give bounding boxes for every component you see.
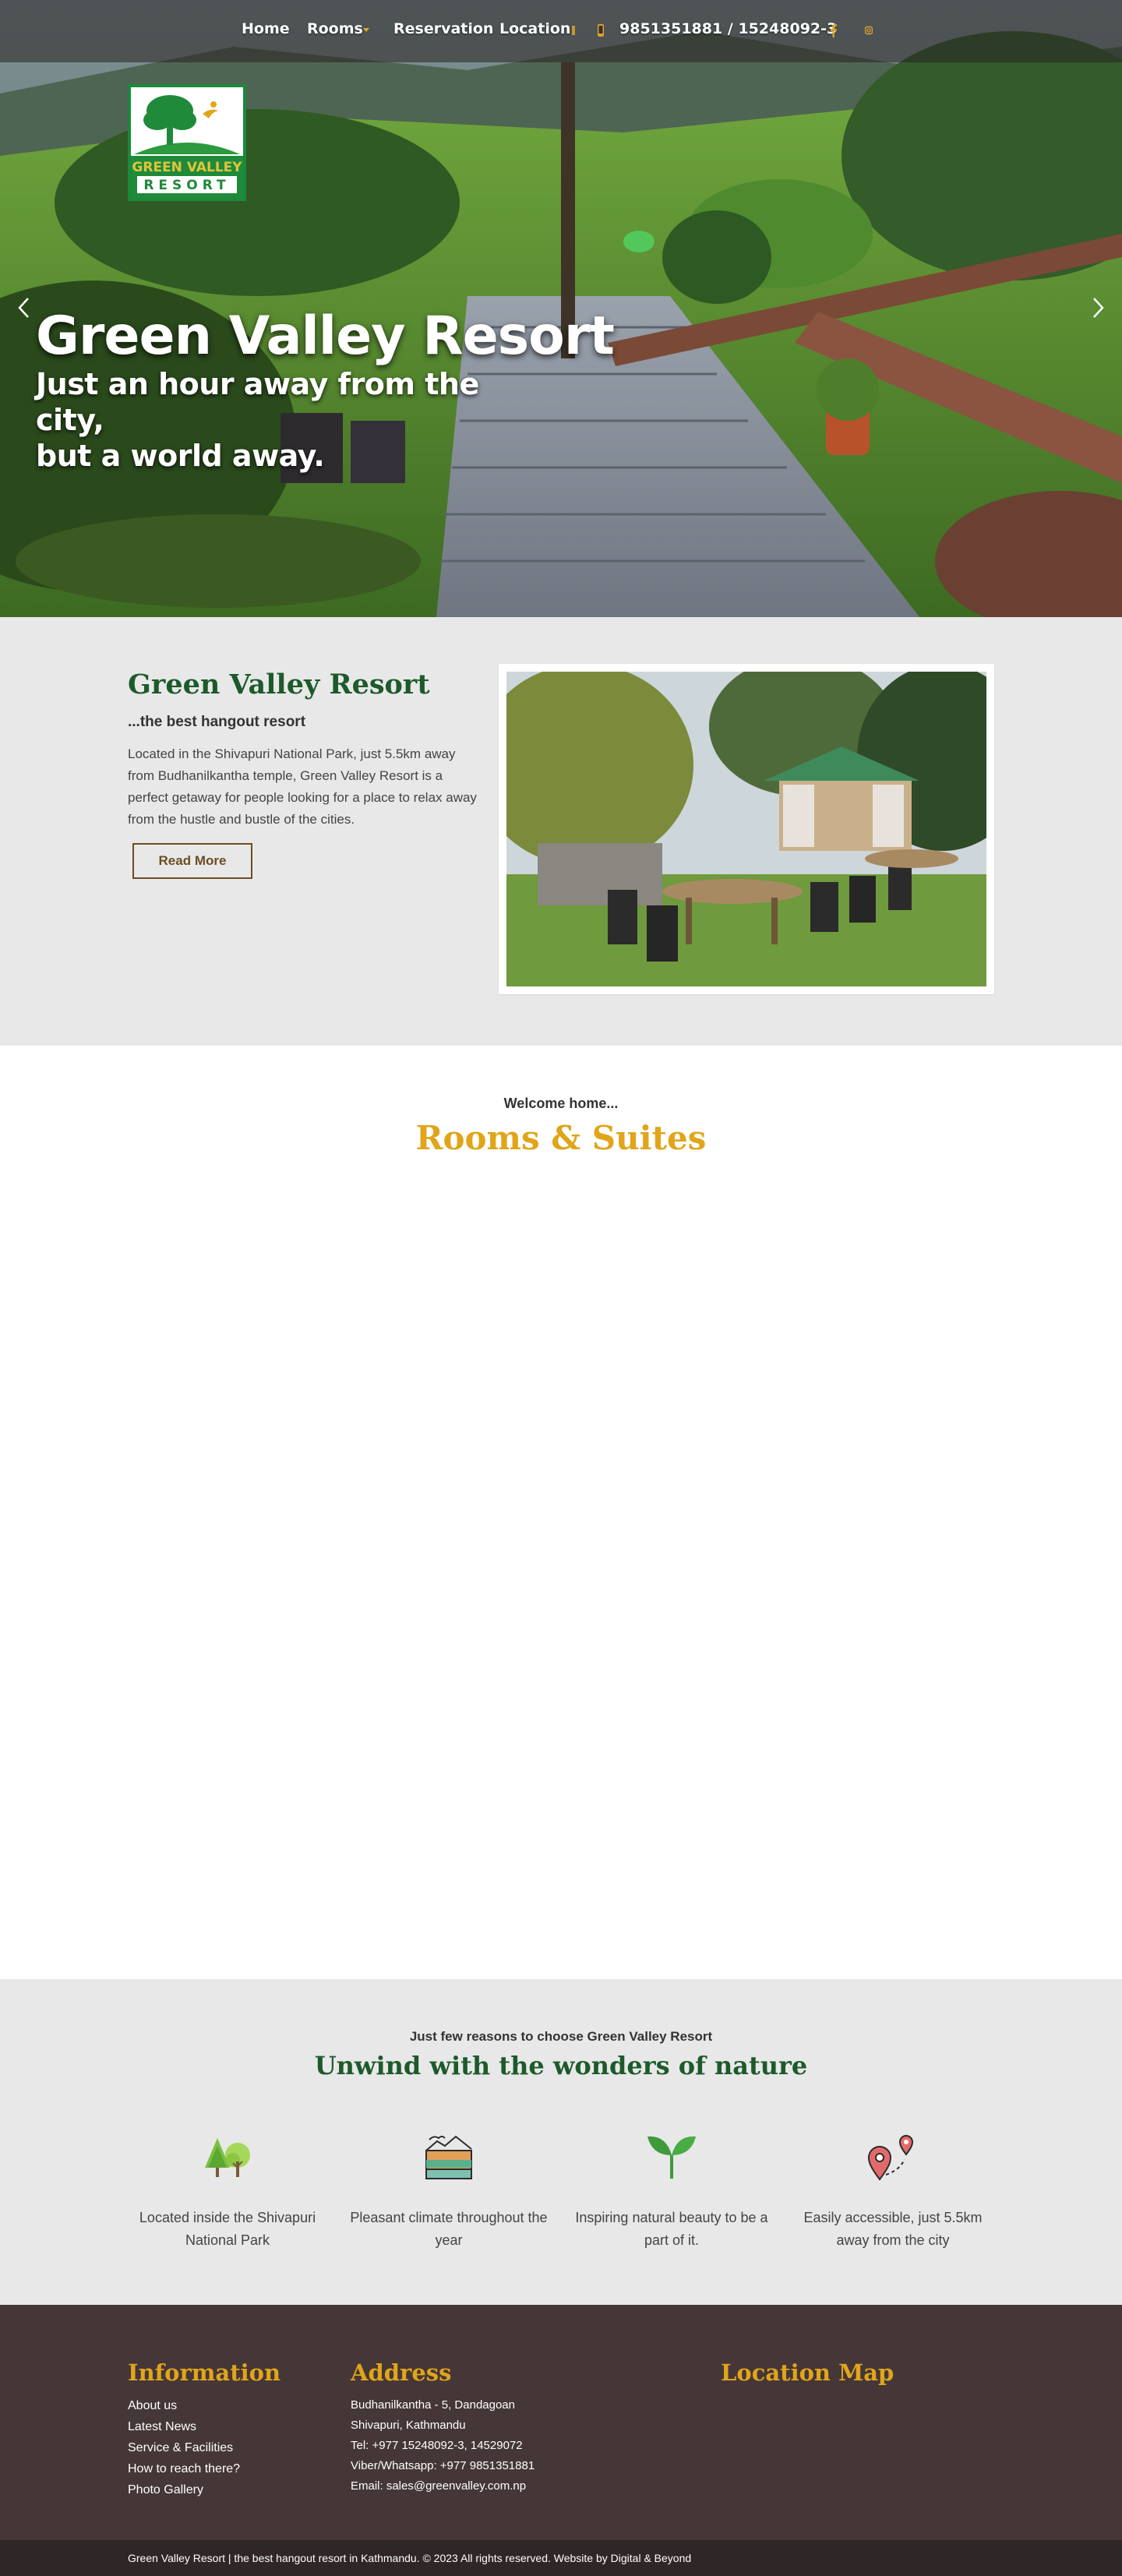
about-title: Green Valley Resort bbox=[128, 669, 430, 700]
reason-text: Pleasant climate throughout the year bbox=[350, 2210, 548, 2248]
nav-divider bbox=[572, 26, 575, 35]
footer-link-news[interactable]: Latest News bbox=[128, 2416, 240, 2437]
hero-subtitle-line2: but a world away. bbox=[36, 439, 325, 473]
address-whatsapp[interactable]: Viber/Whatsapp: +977 9851351881 bbox=[351, 2456, 535, 2476]
route-pin-icon bbox=[792, 2127, 994, 2186]
reasons-title: Unwind with the wonders of nature bbox=[314, 2051, 808, 2080]
reason-item: Easily accessible, just 5.5km away from … bbox=[792, 2127, 994, 2252]
hero-subtitle: Just an hour away from the city, but a w… bbox=[36, 366, 535, 474]
hero-title: Green Valley Resort bbox=[36, 305, 615, 367]
about-tagline: ...the best hangout resort bbox=[128, 714, 306, 730]
nav-location[interactable]: Location bbox=[499, 20, 570, 37]
footer-info-title: Information bbox=[128, 2359, 281, 2386]
resort-logo[interactable]: GREEN VALLEY RESORT bbox=[128, 84, 246, 201]
logo-text-line2: RESORT bbox=[143, 178, 230, 193]
climate-icon bbox=[348, 2127, 550, 2186]
copyright-text: Green Valley Resort | the best hangout r… bbox=[128, 2552, 692, 2564]
sprout-icon bbox=[570, 2127, 773, 2186]
phone-icon bbox=[597, 23, 605, 41]
rooms-section: Welcome home... Rooms & Suites bbox=[0, 1046, 1122, 1979]
about-photo bbox=[499, 664, 994, 994]
reasons-section: Just few reasons to choose Green Valley … bbox=[0, 1979, 1122, 2305]
nav-home[interactable]: Home bbox=[242, 20, 290, 37]
footer-link-gallery[interactable]: Photo Gallery bbox=[128, 2479, 240, 2500]
footer-map-title: Location Map bbox=[721, 2359, 894, 2386]
trees-icon bbox=[126, 2127, 329, 2186]
nav-rooms[interactable]: Rooms bbox=[307, 20, 363, 37]
reason-item: Pleasant climate throughout the year bbox=[348, 2127, 550, 2252]
footer-info-links: About us Latest News Service & Facilitie… bbox=[128, 2395, 240, 2500]
copyright-bar: Green Valley Resort | the best hangout r… bbox=[0, 2540, 1122, 2576]
reason-item: Located inside the Shivapuri National Pa… bbox=[126, 2127, 329, 2252]
instagram-icon[interactable] bbox=[864, 23, 873, 41]
nav-phone-number[interactable]: 9851351881 / 15248092-3 bbox=[619, 20, 837, 37]
slider-next-chevron-icon[interactable] bbox=[1089, 296, 1106, 323]
footer-link-services[interactable]: Service & Facilities bbox=[128, 2437, 240, 2458]
about-description: Located in the Shivapuri National Park, … bbox=[128, 746, 477, 827]
facebook-icon[interactable] bbox=[831, 23, 837, 41]
footer-link-directions[interactable]: How to reach there? bbox=[128, 2458, 240, 2479]
site-footer: Information About us Latest News Service… bbox=[0, 2305, 1122, 2540]
footer-link-about[interactable]: About us bbox=[128, 2395, 240, 2416]
footer-address-title: Address bbox=[351, 2359, 452, 2386]
reason-item: Inspiring natural beauty to be a part of… bbox=[570, 2127, 773, 2252]
rooms-title: Rooms & Suites bbox=[415, 1119, 707, 1157]
footer-address: Budhanilkantha - 5, Dandagoan Shivapuri,… bbox=[351, 2395, 535, 2497]
read-more-button[interactable]: Read More bbox=[132, 843, 252, 879]
address-line: Shivapuri, Kathmandu bbox=[351, 2419, 466, 2432]
hero-section: Home Rooms Reservation Location 98513518… bbox=[0, 0, 1122, 617]
about-section: Green Valley Resort ...the best hangout … bbox=[0, 617, 1122, 1046]
address-email[interactable]: Email: sales@greenvalley.com.np bbox=[351, 2476, 535, 2497]
reason-text: Located inside the Shivapuri National Pa… bbox=[139, 2210, 316, 2248]
top-navbar: Home Rooms Reservation Location 98513518… bbox=[0, 0, 1122, 62]
address-phone[interactable]: Tel: +977 15248092-3, 14529072 bbox=[351, 2436, 535, 2456]
logo-text-line1: GREEN VALLEY bbox=[132, 160, 242, 175]
nav-reservation[interactable]: Reservation bbox=[393, 20, 493, 37]
hero-subtitle-line1: Just an hour away from the city, bbox=[36, 367, 479, 437]
rooms-dropdown-caret-icon[interactable] bbox=[363, 28, 369, 32]
slider-prev-chevron-icon[interactable] bbox=[16, 296, 33, 323]
reason-text: Easily accessible, just 5.5km away from … bbox=[803, 2210, 983, 2248]
rooms-kicker: Welcome home... bbox=[503, 1096, 619, 1111]
reason-text: Inspiring natural beauty to be a part of… bbox=[575, 2210, 768, 2248]
reasons-kicker: Just few reasons to choose Green Valley … bbox=[409, 2029, 713, 2044]
address-line: Budhanilkantha - 5, Dandagoan bbox=[351, 2398, 515, 2412]
